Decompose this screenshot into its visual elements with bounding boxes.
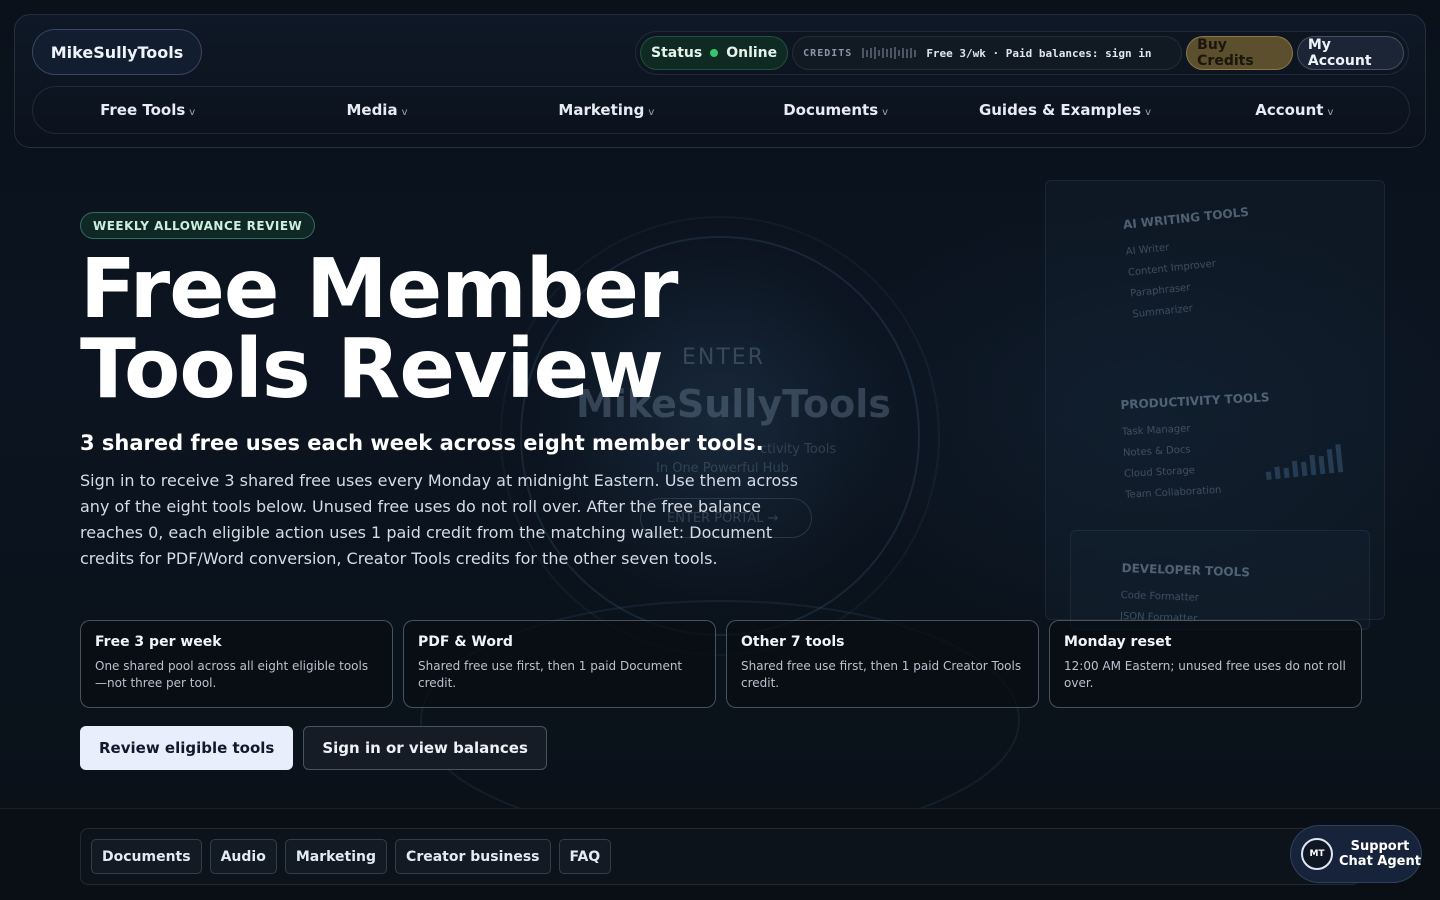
credits-meter-icon	[862, 47, 917, 59]
chevron-down-icon: v	[189, 107, 196, 118]
nav-free-tools[interactable]: Free Tools v	[33, 101, 262, 119]
card-description: One shared pool across all eight eligibl…	[95, 659, 369, 690]
card-title: Free 3 per week	[95, 634, 222, 650]
subnav-marketing[interactable]: Marketing	[284, 839, 388, 874]
nav-marketing[interactable]: Marketing v	[492, 101, 721, 119]
chevron-down-icon: v	[1327, 107, 1334, 118]
hero-subtitle: 3 shared free uses each week across eigh…	[80, 431, 764, 455]
subnav-documents[interactable]: Documents	[91, 839, 202, 874]
status-label: Status	[651, 45, 703, 61]
info-cards: Free 3 per week One shared pool across a…	[80, 620, 1362, 708]
credits-label: CREDITS	[803, 47, 853, 59]
sign-in-view-balances-button[interactable]: Sign in or view balances	[303, 726, 547, 770]
my-account-button[interactable]: My Account	[1296, 36, 1404, 70]
credits-balance-text: Free 3/wk · Paid balances: sign in	[926, 46, 1152, 60]
status-indicator: Status Online	[640, 36, 789, 70]
nav-account[interactable]: Account v	[1180, 101, 1409, 119]
card-title: Monday reset	[1064, 634, 1172, 650]
chevron-down-icon: v	[882, 107, 889, 118]
support-chat-button[interactable]: MT Support Chat Agent	[1290, 825, 1422, 883]
nav-media[interactable]: Media v	[262, 101, 491, 119]
eyebrow-badge: WEEKLY ALLOWANCE REVIEW	[80, 212, 316, 239]
card-description: 12:00 AM Eastern; unused free uses do no…	[1064, 659, 1346, 690]
chevron-down-icon: v	[401, 107, 408, 118]
card-title: PDF & Word	[418, 634, 513, 650]
nav-documents[interactable]: Documents v	[721, 101, 950, 119]
brand-logo[interactable]: MikeSullyTools	[32, 29, 202, 75]
subnav-audio[interactable]: Audio	[209, 839, 277, 874]
info-card: Other 7 tools Shared free use first, the…	[726, 620, 1039, 708]
info-card: PDF & Word Shared free use first, then 1…	[403, 620, 716, 708]
chevron-down-icon: v	[1145, 107, 1152, 118]
site-header: MikeSullyTools Status Online CREDITS Fre…	[14, 14, 1426, 148]
review-eligible-tools-button[interactable]: Review eligible tools	[80, 726, 294, 770]
info-card: Monday reset 12:00 AM Eastern; unused fr…	[1049, 620, 1362, 708]
support-avatar: MT	[1301, 838, 1333, 870]
credits-summary[interactable]: CREDITS Free 3/wk · Paid balances: sign …	[792, 36, 1183, 70]
subnav-creator-business[interactable]: Creator business	[395, 839, 551, 874]
support-label: Support Chat Agent	[1339, 839, 1421, 869]
main-nav: Free Tools v Media v Marketing v Documents v…	[32, 86, 1410, 134]
page-title: Free Member Tools Review	[80, 242, 678, 417]
bottom-section: Documents Audio Marketing Creator busine…	[0, 808, 1440, 900]
nav-guides-examples[interactable]: Guides & Examples v	[950, 101, 1179, 119]
category-subnav: Documents Audio Marketing Creator busine…	[80, 828, 1360, 885]
info-card: Free 3 per week One shared pool across a…	[80, 620, 393, 708]
status-value: Online	[726, 45, 778, 61]
bg-portal-subtitle: ctivity Tools	[760, 442, 837, 457]
bg-panel-ai-writing: AI WRITING TOOLS AI Writer Content Impro…	[1122, 204, 1250, 321]
status-dot-icon	[710, 49, 719, 57]
top-utility-bar: Status Online CREDITS Free 3/wk · Paid b…	[635, 31, 1409, 75]
card-title: Other 7 tools	[741, 634, 845, 650]
cta-row: Review eligible tools Sign in or view ba…	[80, 726, 547, 770]
card-description: Shared free use first, then 1 paid Docum…	[418, 659, 683, 690]
chevron-down-icon: v	[648, 107, 655, 118]
buy-credits-button[interactable]: Buy Credits	[1186, 36, 1293, 70]
hero-description: Sign in to receive 3 shared free uses ev…	[80, 471, 798, 568]
card-description: Shared free use first, then 1 paid Creat…	[741, 659, 1022, 690]
bg-panel-productivity: PRODUCTIVITY TOOLS Task Manager Notes & …	[1120, 390, 1270, 501]
subnav-faq[interactable]: FAQ	[558, 839, 612, 874]
